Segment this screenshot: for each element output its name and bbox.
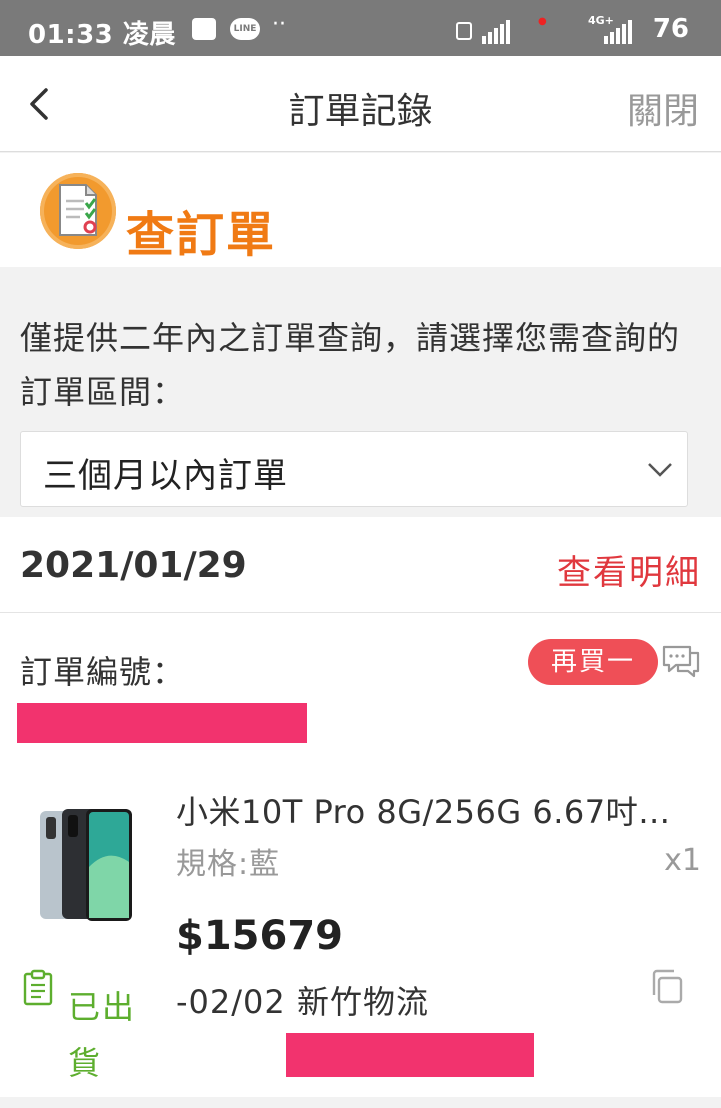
product-name[interactable]: 小米10T Pro 8G/256G 6.67吋… <box>176 787 696 833</box>
order-lookup-header: 查訂單 <box>0 153 721 267</box>
nfc-icon <box>456 22 472 40</box>
redacted-tracking-number <box>286 1033 534 1077</box>
view-detail-link[interactable]: 查看明細 <box>557 545 701 594</box>
carrier-icon: ● <box>538 16 547 27</box>
battery-level: 76 <box>652 14 689 44</box>
signal-icon <box>482 18 510 44</box>
order-date: 2021/01/29 <box>20 545 247 586</box>
order-document-icon <box>40 173 116 249</box>
product-spec: 規格:藍 <box>176 847 281 882</box>
order-range-section: 僅提供二年內之訂單查詢，請選擇您需查詢的訂單區間： 三個月以內訂單 <box>0 267 721 517</box>
copy-icon[interactable] <box>648 967 686 1007</box>
nav-bar: 訂單記錄 關閉 <box>0 56 721 152</box>
chevron-down-icon <box>648 463 672 477</box>
close-button[interactable]: 關閉 <box>627 82 699 134</box>
order-card: 2021/01/29 查看明細 訂單編號： 再買一 小米10T Pro 8G/2… <box>0 517 721 1097</box>
page-title: 訂單記錄 <box>288 91 433 132</box>
product-price: $15679 <box>176 913 343 959</box>
status-time: 01:33 凌晨 <box>28 20 176 50</box>
clipboard-icon <box>23 969 53 1006</box>
order-date-bar: 2021/01/29 查看明細 <box>0 517 721 613</box>
message-icon <box>192 18 216 40</box>
product-quantity: x1 <box>664 843 701 878</box>
order-range-select[interactable]: 三個月以內訂單 <box>20 431 688 507</box>
range-description: 僅提供二年內之訂單查詢，請選擇您需查詢的訂單區間： <box>20 319 681 411</box>
status-bar: 01:33 凌晨 LINE ·· ● 4G+ 76 <box>0 0 721 56</box>
rebuy-button[interactable]: 再買一 <box>528 639 658 685</box>
line-icon: LINE <box>230 18 260 40</box>
signal-icon-2 <box>604 18 632 44</box>
more-notifications-icon: ·· <box>272 12 286 37</box>
shipment-status: 已出貨 <box>68 988 137 1082</box>
redacted-order-number <box>17 703 307 743</box>
product-image[interactable] <box>38 807 134 925</box>
section-title: 查訂單 <box>126 207 277 263</box>
order-number-label: 訂單編號： <box>20 653 186 691</box>
order-range-value: 三個月以內訂單 <box>43 456 288 496</box>
shipping-info: -02/02 新竹物流 <box>176 983 429 1021</box>
chat-icon[interactable] <box>660 643 702 681</box>
